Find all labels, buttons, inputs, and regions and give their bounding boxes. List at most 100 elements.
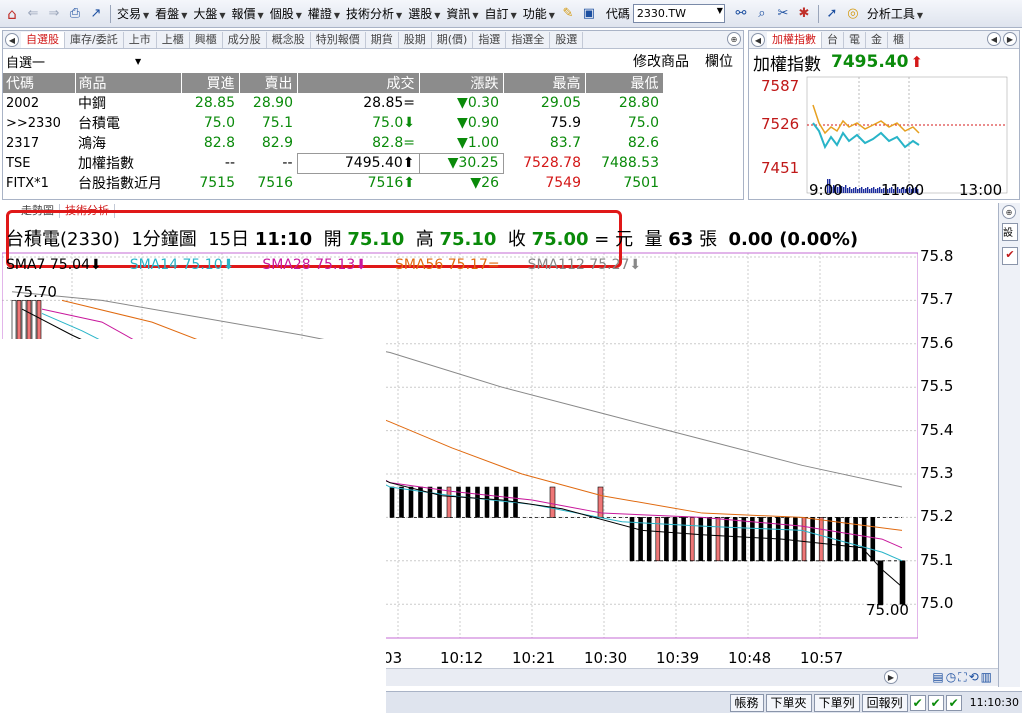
scroll-right-icon[interactable]: ▶ [884, 670, 898, 684]
menu-item[interactable]: 個股 ▼ [270, 5, 302, 22]
check-icon[interactable]: ✔ [927, 694, 944, 711]
column-header[interactable]: 商品 [75, 73, 182, 93]
column-header[interactable]: 漲跌 [419, 73, 504, 93]
fields-button[interactable]: 欄位 [705, 51, 733, 71]
candle [399, 486, 404, 518]
analysis-tools-menu[interactable]: 分析工具 ▼ [867, 5, 923, 22]
quote-tab[interactable]: 庫存/委託 [65, 32, 124, 48]
menu-item[interactable]: 看盤 ▼ [155, 5, 187, 22]
candle [484, 486, 490, 518]
status-button[interactable]: 帳務 [729, 693, 764, 712]
index-tab[interactable]: 電 [844, 32, 866, 48]
check-icon[interactable]: ✔ [945, 694, 962, 711]
candle [715, 517, 721, 562]
menu-item[interactable]: 大盤 ▼ [193, 5, 225, 22]
high-value: 75.10 [439, 229, 497, 250]
menu-item[interactable]: 資訊 ▼ [446, 5, 478, 22]
quote-tab[interactable]: 股期 [399, 32, 432, 48]
status-button[interactable]: 回報列 [861, 693, 908, 712]
blank-region [0, 339, 386, 713]
pointer-icon[interactable]: ➚ [822, 4, 842, 24]
cell-chg: ▼30.25 [418, 152, 504, 174]
binoculars-icon[interactable]: ⚯ [731, 4, 751, 24]
index-tab[interactable]: 金 [866, 32, 888, 48]
quote-tab[interactable]: 股選 [550, 32, 584, 48]
y-tick-label: 75.0 [920, 594, 954, 613]
candle [724, 517, 729, 562]
window-icon[interactable]: ▣ [579, 4, 599, 24]
column-header[interactable]: 賣出 [239, 73, 298, 93]
index-tab[interactable]: 櫃 [888, 32, 910, 48]
menu-item[interactable]: 技術分析 ▼ [346, 5, 402, 22]
status-button[interactable]: 下單列 [813, 693, 860, 712]
status-button[interactable]: 下單夾 [765, 693, 812, 712]
zoom-icon[interactable]: ⊕ [727, 32, 741, 46]
column-header[interactable]: 成交 [297, 73, 420, 93]
x-tick-label: 10:12 [440, 649, 484, 667]
forward-icon[interactable]: ⇒ [44, 4, 64, 24]
home-icon[interactable]: ⌂ [2, 4, 22, 24]
index-name: 加權指數 [753, 54, 821, 75]
cell-chg: ▼0.90 [457, 115, 499, 131]
menu-item[interactable]: 報價 ▼ [232, 5, 264, 22]
period: 1分鐘圖 [131, 229, 197, 250]
modify-items-button[interactable]: 修改商品 [633, 51, 689, 71]
tab-scroll-left-icon[interactable]: ◀ [5, 33, 19, 47]
zoom-icon[interactable]: ⊕ [1002, 205, 1016, 219]
quote-row[interactable]: 2317 鴻海 82.8 82.9 82.8= ▼1.00 83.7 82.6 [3, 133, 663, 153]
index-tab[interactable]: 台 [822, 32, 844, 48]
column-header[interactable]: 最低 [585, 73, 664, 93]
quote-row[interactable]: >>2330 台積電 75.0 75.1 75.0⬇ ▼0.90 75.9 75.0 [3, 113, 663, 133]
sma-legend: SMA7 75.04⬇ SMA14 75.10⬇ SMA28 75.13⬇ SMA56… [6, 257, 669, 273]
x-tick-label: 10:39 [656, 649, 700, 667]
quote-tab[interactable]: 自選股 [21, 32, 65, 48]
chevron-down-icon[interactable]: ▼ [135, 57, 141, 66]
check-icon[interactable]: ✔ [1002, 247, 1018, 265]
search-icon[interactable]: ⌕ [752, 4, 772, 24]
quote-tab[interactable]: 期貨 [366, 32, 399, 48]
column-header[interactable]: 最高 [503, 73, 586, 93]
watchlist-selector[interactable]: 自選一 [6, 52, 45, 71]
menu-item[interactable]: 自訂 ▼ [485, 5, 517, 22]
chart-tools-icon[interactable]: ▤◷⛶⟲▥ [932, 670, 994, 685]
quote-tab[interactable]: 指選 [473, 32, 507, 48]
quote-tab[interactable]: 成分股 [223, 32, 267, 48]
index-tab[interactable]: 加權指數 [767, 32, 822, 48]
mini-volume-bar [867, 187, 869, 193]
column-header[interactable]: 買進 [181, 73, 240, 93]
menu-item[interactable]: 交易 ▼ [117, 5, 149, 22]
quote-tab[interactable]: 特別報價 [311, 32, 366, 48]
index-mini-chart[interactable]: 7587 7526 7451 9:00 11:00 13:00 [749, 75, 1021, 199]
quote-tab[interactable]: 指選全 [506, 32, 551, 48]
tools-icon[interactable]: ✂ [773, 4, 793, 24]
tab-scroll-right-icon[interactable]: ▶ [1003, 32, 1017, 46]
chart-scrollbar[interactable]: ▶ ▤◷⛶⟲▥ [386, 668, 998, 686]
pen-icon[interactable]: ✎ [558, 4, 578, 24]
tab-scroll-left-icon[interactable]: ◀ [751, 33, 765, 47]
cell-low: 75.0 [627, 115, 659, 131]
chevron-down-icon[interactable]: ▼ [717, 6, 723, 15]
print-icon[interactable]: ⎙ [65, 4, 85, 24]
quote-tab[interactable]: 興櫃 [190, 32, 223, 48]
quote-row[interactable]: TSE 加權指數 -- -- 7495.40⬆ ▼30.25 7528.78 7488.53 [3, 152, 663, 174]
quote-tab[interactable]: 期(價) [432, 32, 474, 48]
mini-chart-frame [806, 76, 1008, 194]
tab-scroll-left-icon[interactable]: ◀ [987, 32, 1001, 46]
column-header[interactable]: 代碼 [3, 73, 76, 93]
back-icon[interactable]: ⇐ [23, 4, 43, 24]
menu-item[interactable]: 功能 ▼ [523, 5, 555, 22]
quote-tab[interactable]: 上市 [124, 32, 157, 48]
y-tick-label: 75.1 [920, 550, 954, 569]
alert-icon[interactable]: ✱ [794, 4, 814, 24]
code-input[interactable]: 2330.TW ▼ [632, 4, 725, 23]
menu-item[interactable]: 權證 ▼ [308, 5, 340, 22]
check-icon[interactable]: ✔ [909, 694, 926, 711]
quote-row[interactable]: 2002 中鋼 28.85 28.90 28.85= ▼0.30 29.05 28.80 [3, 93, 663, 113]
settings-icon[interactable]: 設 [1002, 223, 1018, 241]
quote-tab[interactable]: 概念股 [267, 32, 311, 48]
analysis-icon[interactable]: ◎ [843, 4, 863, 24]
menu-item[interactable]: 選股 ▼ [408, 5, 440, 22]
popout-icon[interactable]: ↗ [86, 4, 106, 24]
quote-row[interactable]: FITX*1 台股指數近月 7515 7516 7516⬆ ▼26 7549 7501 [3, 173, 663, 193]
quote-tab[interactable]: 上櫃 [157, 32, 190, 48]
